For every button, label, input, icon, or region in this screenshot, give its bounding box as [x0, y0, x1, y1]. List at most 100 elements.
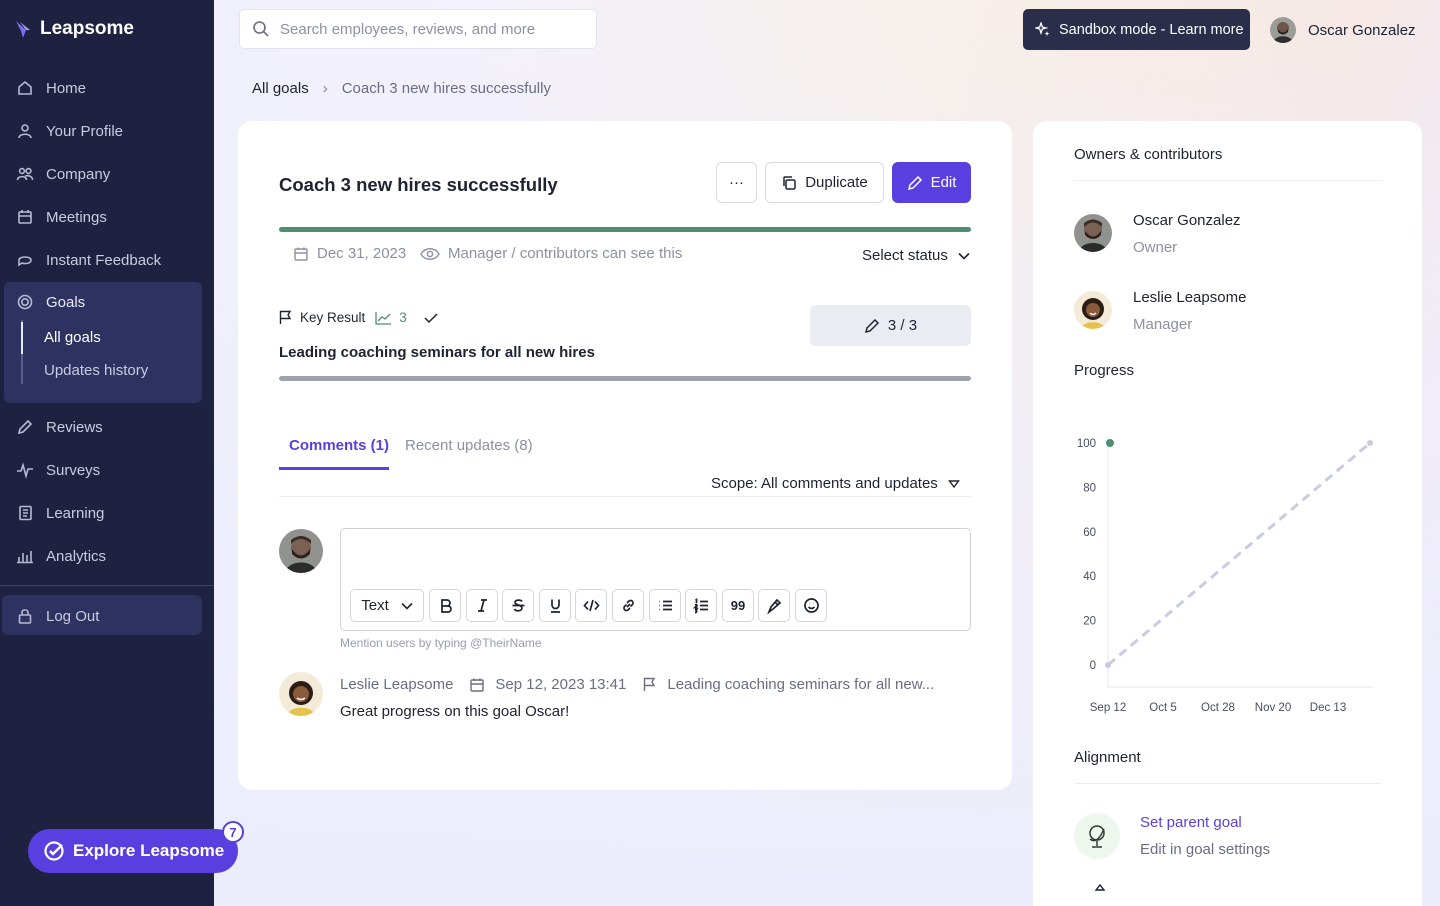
- code-button[interactable]: [575, 589, 607, 622]
- scope-label: Scope: All comments and updates: [711, 475, 938, 492]
- target-point: [1105, 662, 1111, 668]
- strikethrough-button[interactable]: [502, 589, 534, 622]
- avatar: [279, 529, 323, 573]
- smiley-icon: [803, 598, 819, 613]
- user-menu[interactable]: Oscar Gonzalez: [1270, 17, 1416, 43]
- pencil-icon: [864, 318, 879, 333]
- search-input[interactable]: Search employees, reviews, and more: [239, 9, 597, 49]
- x-tick-label: Nov 20: [1255, 702, 1291, 714]
- bullet-list-icon: [659, 600, 672, 611]
- bold-button[interactable]: [429, 589, 461, 622]
- numbered-list-button[interactable]: [685, 589, 717, 622]
- comment-meta: Leslie Leapsome Sep 12, 2023 13:41 Leadi…: [340, 676, 934, 693]
- key-result-count: 3: [399, 310, 407, 325]
- sidebar-item-label: Company: [46, 165, 111, 183]
- page-title: Coach 3 new hires successfully: [279, 174, 558, 195]
- user-name: Oscar Gonzalez: [1308, 21, 1416, 39]
- more-icon: ···: [729, 174, 744, 191]
- y-tick-label: 0: [1090, 660, 1096, 672]
- sidebar-item-label: Home: [46, 79, 87, 97]
- sidebar-item-analytics[interactable]: Analytics: [16, 544, 106, 568]
- set-parent-goal-link[interactable]: Set parent goal: [1140, 814, 1242, 831]
- goal-visibility: Manager / contributors can see this: [420, 245, 682, 262]
- more-options-button[interactable]: ···: [716, 162, 757, 203]
- explore-label: Explore Leapsome: [73, 841, 225, 860]
- sparkle-icon: [1035, 21, 1050, 36]
- duplicate-button[interactable]: Duplicate: [765, 162, 884, 203]
- underline-icon: [550, 599, 560, 613]
- progress-chart: 0 20 40 60 80 100 Sep 12 Oct 5 Oct 28 Nov 20 Dec 1…: [1077, 435, 1373, 714]
- sidebar-subitem-updates-history[interactable]: Updates history: [44, 362, 148, 379]
- comment-key-result[interactable]: Leading coaching seminars for all new...: [667, 676, 934, 693]
- sidebar-item-label: Analytics: [46, 547, 107, 565]
- section-divider: [1074, 180, 1382, 181]
- edit-button[interactable]: Edit: [892, 162, 971, 203]
- scope-select[interactable]: Scope: All comments and updates: [711, 475, 960, 492]
- tab-comments[interactable]: Comments (1): [289, 437, 389, 454]
- highlighter-icon: [766, 598, 781, 614]
- sidebar-item-meetings[interactable]: Meetings: [16, 205, 107, 229]
- sidebar-subitem-all-goals[interactable]: All goals: [44, 329, 101, 346]
- text-style-select[interactable]: Text: [350, 589, 424, 622]
- highlight-button[interactable]: [758, 589, 790, 622]
- key-result-label: Key Result: [300, 310, 366, 325]
- bold-icon: [440, 599, 452, 613]
- edit-in-goal-settings-text: Edit in goal settings: [1140, 841, 1271, 858]
- tab-recent-updates[interactable]: Recent updates (8): [405, 437, 533, 454]
- manager-name[interactable]: Leslie Leapsome: [1133, 289, 1246, 306]
- mention-hint: Mention users by typing @TheirName: [340, 636, 542, 650]
- sidebar-item-profile[interactable]: Your Profile: [16, 119, 123, 143]
- owner-name[interactable]: Oscar Gonzalez: [1133, 212, 1241, 229]
- comment-author[interactable]: Leslie Leapsome: [340, 676, 453, 693]
- manager-role: Manager: [1133, 316, 1193, 333]
- tab-active-underline: [279, 467, 389, 470]
- numbered-list-icon: [692, 598, 708, 614]
- pulse-icon: [17, 462, 33, 479]
- link-button[interactable]: [612, 589, 644, 622]
- italic-button[interactable]: [466, 589, 498, 622]
- sidebar-item-label: Goals: [46, 293, 86, 311]
- submenu-active-indicator: [21, 322, 23, 354]
- people-icon: [16, 167, 34, 181]
- search-placeholder: Search employees, reviews, and more: [280, 20, 536, 38]
- calendar-icon: [470, 678, 485, 692]
- sidebar-item-reviews[interactable]: Reviews: [16, 415, 103, 439]
- avatar: [279, 672, 323, 716]
- eye-icon: [420, 247, 440, 260]
- key-result-score-button[interactable]: 3 / 3: [810, 305, 971, 346]
- home-icon: [18, 80, 32, 95]
- chevron-down-icon: [401, 602, 413, 610]
- sidebar-item-instant-feedback[interactable]: Instant Feedback: [16, 248, 161, 272]
- flag-icon: [644, 677, 656, 691]
- status-select[interactable]: Select status: [862, 247, 970, 264]
- y-tick-label: 60: [1083, 527, 1096, 539]
- duplicate-label: Duplicate: [805, 174, 868, 191]
- bullet-list-button[interactable]: [649, 589, 681, 622]
- sidebar-item-learning[interactable]: Learning: [16, 501, 104, 525]
- logout-button[interactable]: Log Out: [16, 604, 99, 628]
- comment-editor[interactable]: Text 99: [340, 528, 971, 631]
- copy-icon: [783, 175, 796, 190]
- explore-leapsome-button[interactable]: Explore Leapsome 7: [28, 821, 244, 873]
- key-result-title[interactable]: Leading coaching seminars for all new hi…: [279, 344, 595, 361]
- caret-up-icon[interactable]: [1094, 883, 1106, 891]
- sidebar-item-company[interactable]: Company: [16, 162, 110, 186]
- avatar: [1074, 291, 1112, 329]
- underline-button[interactable]: [539, 589, 571, 622]
- emoji-button[interactable]: [795, 589, 827, 622]
- link-icon: [622, 599, 634, 612]
- breadcrumb-root[interactable]: All goals: [252, 80, 309, 97]
- sidebar-item-goals[interactable]: Goals: [16, 290, 85, 314]
- quote-icon: 99: [730, 598, 746, 613]
- target-line: [1107, 441, 1371, 667]
- chevron-right-icon: ›: [322, 80, 328, 97]
- sidebar-item-home[interactable]: Home: [16, 76, 86, 100]
- key-result-progress-bar: [279, 376, 971, 381]
- leapsome-logo[interactable]: Leapsome: [14, 18, 134, 40]
- x-tick-label: Dec 13: [1310, 702, 1346, 714]
- sidebar-item-surveys[interactable]: Surveys: [16, 458, 100, 482]
- sandbox-mode-button[interactable]: Sandbox mode - Learn more: [1023, 9, 1250, 50]
- quote-button[interactable]: 99: [722, 589, 754, 622]
- comment-date: Sep 12, 2023 13:41: [495, 676, 627, 693]
- trend-icon: [375, 311, 392, 325]
